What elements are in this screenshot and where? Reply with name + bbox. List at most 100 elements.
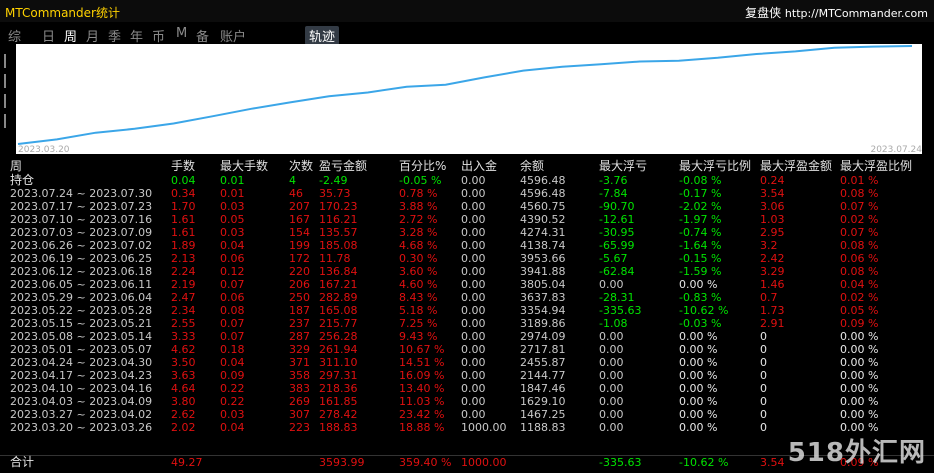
trajectory-button[interactable]: 轨迹 — [305, 26, 340, 45]
table-row[interactable]: 2023.05.29 ~ 2023.06.04 2.47 0.06 250 282.89… — [0, 291, 934, 304]
row-cell: -65.99 — [599, 239, 635, 252]
row-cell: 0.09 % — [840, 317, 879, 330]
table-row[interactable]: 2023.05.15 ~ 2023.05.21 2.55 0.07 237 215.77… — [0, 317, 934, 330]
tab-6[interactable]: 币 — [152, 26, 165, 45]
tab-1[interactable]: 日 — [42, 26, 55, 45]
header-8[interactable]: 最大浮亏 — [599, 159, 647, 174]
table-row[interactable]: 2023.07.17 ~ 2023.07.23 1.70 0.03 207 170.23… — [0, 200, 934, 213]
tab-0[interactable]: 综 — [8, 26, 21, 45]
table-row[interactable]: 2023.06.05 ~ 2023.06.11 2.19 0.07 206 167.21… — [0, 278, 934, 291]
brand-url[interactable]: http://MTCommander.com — [785, 7, 928, 20]
row-cell: 0.00 — [599, 356, 624, 369]
table-row[interactable]: 2023.04.10 ~ 2023.04.16 4.64 0.22 383 218.36… — [0, 382, 934, 395]
header-2[interactable]: 最大手数 — [220, 159, 268, 174]
row-period: 2023.07.10 ~ 2023.07.16 — [10, 213, 153, 226]
row-cell: 0.00 — [461, 265, 486, 278]
tab-4[interactable]: 季 — [108, 26, 121, 45]
row-cell: 0.05 % — [840, 304, 879, 317]
holding-cell: 0.01 % — [840, 174, 879, 187]
row-cell: 135.57 — [319, 226, 358, 239]
row-cell: 261.94 — [319, 343, 358, 356]
table-row[interactable]: 2023.04.24 ~ 2023.04.30 3.50 0.04 371 311.10… — [0, 356, 934, 369]
table-row[interactable]: 2023.05.08 ~ 2023.05.14 3.33 0.07 287 256.28… — [0, 330, 934, 343]
row-cell: 35.73 — [319, 187, 351, 200]
row-cell: 1.61 — [171, 213, 196, 226]
table-row[interactable]: 2023.07.03 ~ 2023.07.09 1.61 0.03 154 135.57… — [0, 226, 934, 239]
row-cell: 2.95 — [760, 226, 785, 239]
row-cell: 4.68 % — [399, 239, 438, 252]
row-cell: 269 — [289, 395, 310, 408]
row-cell: 0 — [760, 330, 767, 343]
row-cell: 2717.81 — [520, 343, 566, 356]
tab-8[interactable]: 备 — [196, 26, 209, 45]
tab-9[interactable]: 账户 — [220, 26, 246, 45]
row-period: 2023.06.12 ~ 2023.06.18 — [10, 265, 153, 278]
header-6[interactable]: 出入金 — [461, 159, 497, 174]
row-cell: 3.60 % — [399, 265, 438, 278]
header-4[interactable]: 盈亏金额 — [319, 159, 367, 174]
row-period: 2023.06.05 ~ 2023.06.11 — [10, 278, 153, 291]
header-1[interactable]: 手数 — [171, 159, 195, 174]
row-cell: 2.72 % — [399, 213, 438, 226]
row-cell: 0.00 % — [679, 395, 718, 408]
row-cell: 207 — [289, 200, 310, 213]
header-3[interactable]: 次数 — [289, 159, 313, 174]
header-10[interactable]: 最大浮盈金额 — [760, 159, 832, 174]
header-9[interactable]: 最大浮亏比例 — [679, 159, 751, 174]
row-cell: 5.18 % — [399, 304, 438, 317]
row-cell: 0 — [760, 356, 767, 369]
row-cell: 11.03 % — [399, 395, 445, 408]
table-row[interactable]: 2023.06.26 ~ 2023.07.02 1.89 0.04 199 185.08… — [0, 239, 934, 252]
table-row[interactable]: 2023.07.10 ~ 2023.07.16 1.61 0.05 167 116.21… — [0, 213, 934, 226]
row-cell: 2.13 — [171, 252, 196, 265]
row-cell: 3941.88 — [520, 265, 566, 278]
row-cell: 2.24 — [171, 265, 196, 278]
row-cell: 10.67 % — [399, 343, 445, 356]
row-cell: 187 — [289, 304, 310, 317]
row-period: 2023.05.08 ~ 2023.05.14 — [10, 330, 153, 343]
row-period: 2023.05.01 ~ 2023.05.07 — [10, 343, 153, 356]
tab-2[interactable]: 周 — [64, 26, 77, 45]
header-11[interactable]: 最大浮盈比例 — [840, 159, 912, 174]
table-row[interactable]: 2023.03.27 ~ 2023.04.02 2.62 0.03 307 278.42… — [0, 408, 934, 421]
row-cell: 0 — [760, 408, 767, 421]
table-row[interactable]: 2023.06.12 ~ 2023.06.18 2.24 0.12 220 136.84… — [0, 265, 934, 278]
row-cell: 0.08 % — [840, 187, 879, 200]
row-cell: 0.00 % — [679, 421, 718, 434]
row-cell: 1.70 — [171, 200, 196, 213]
tab-7[interactable]: M — [176, 26, 187, 41]
header-0[interactable]: 周 — [10, 159, 22, 174]
row-cell: 0.22 — [220, 382, 245, 395]
stats-table: 周 手数 最大手数 次数 盈亏金额 百分比% 出入金 余额 最大浮亏 最大浮亏比例 最大浮盈金额 最大… — [0, 159, 934, 434]
row-cell: 2.19 — [171, 278, 196, 291]
row-cell: 136.84 — [319, 265, 358, 278]
table-row[interactable]: 2023.07.24 ~ 2023.07.30 0.34 0.01 46 35.73 0.… — [0, 187, 934, 200]
header-7[interactable]: 余额 — [520, 159, 544, 174]
row-cell: 1000.00 — [461, 421, 507, 434]
brand-area: 复盘侠 http://MTCommander.com — [745, 4, 928, 21]
row-cell: 0.07 — [220, 317, 245, 330]
tab-5[interactable]: 年 — [130, 26, 143, 45]
row-cell: 2.02 — [171, 421, 196, 434]
row-cell: 2.62 — [171, 408, 196, 421]
table-row[interactable]: 2023.05.22 ~ 2023.05.28 2.34 0.08 187 165.08… — [0, 304, 934, 317]
row-cell: 0.07 % — [840, 200, 879, 213]
row-cell: 4390.52 — [520, 213, 566, 226]
row-cell: 0.78 % — [399, 187, 438, 200]
table-row[interactable]: 2023.06.19 ~ 2023.06.25 2.13 0.06 172 11.78 0… — [0, 252, 934, 265]
row-cell: 0.00 — [599, 369, 624, 382]
tab-3[interactable]: 月 — [86, 26, 99, 45]
row-cell: 0.00 — [461, 343, 486, 356]
row-cell: 0.05 — [220, 213, 245, 226]
table-row[interactable]: 2023.05.01 ~ 2023.05.07 4.62 0.18 329 261.94… — [0, 343, 934, 356]
row-cell: 297.31 — [319, 369, 358, 382]
row-cell: 0 — [760, 369, 767, 382]
table-row[interactable]: 2023.04.03 ~ 2023.04.09 3.80 0.22 269 161.85… — [0, 395, 934, 408]
row-cell: 0.00 — [461, 252, 486, 265]
row-cell: 0.00 % — [679, 356, 718, 369]
row-cell: 0.00 % — [679, 278, 718, 291]
header-5[interactable]: 百分比% — [399, 159, 446, 174]
chart-start-date: 2023.03.20 — [18, 145, 70, 155]
row-cell: -335.63 — [599, 304, 642, 317]
table-row[interactable]: 2023.04.17 ~ 2023.04.23 3.63 0.09 358 297.31… — [0, 369, 934, 382]
